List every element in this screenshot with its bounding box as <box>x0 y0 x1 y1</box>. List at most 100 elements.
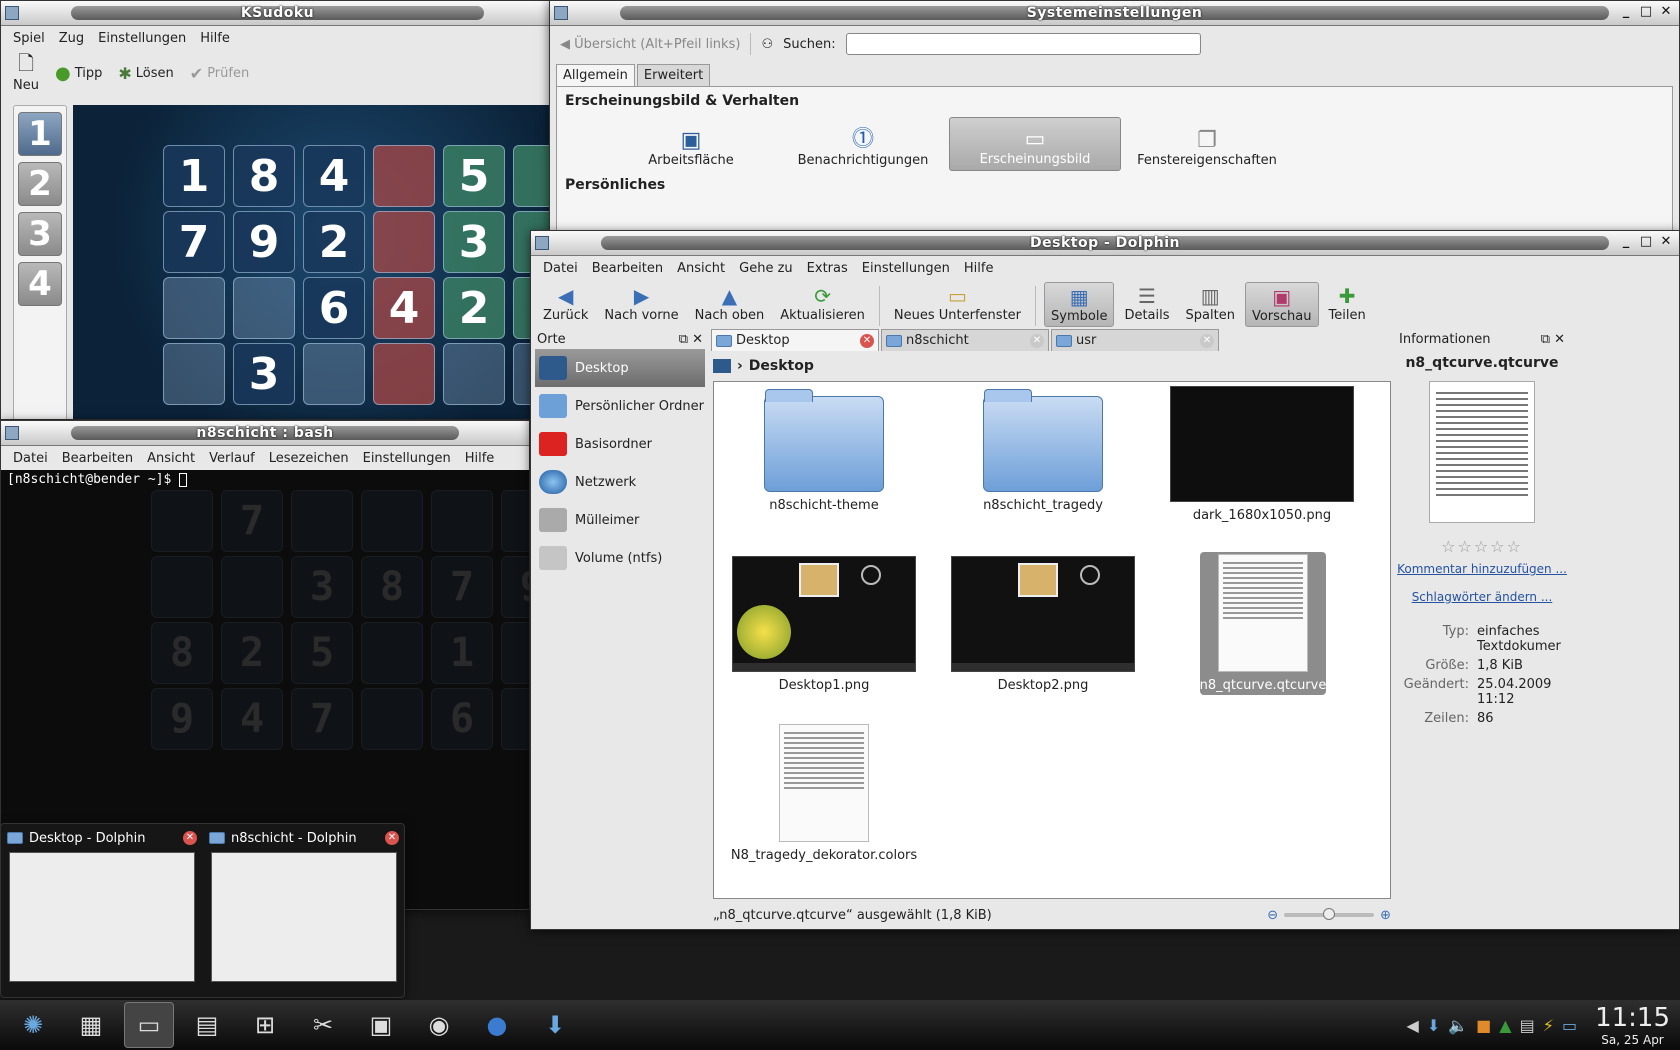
sudoku-cell[interactable]: 2 <box>443 277 505 339</box>
package-task-icon[interactable]: ▣ <box>356 1002 406 1048</box>
clipboard-icon[interactable]: ▤ <box>1520 1016 1535 1035</box>
dolphin-task-icon[interactable]: ▭ <box>124 1002 174 1048</box>
zoom-slider-handle[interactable] <box>1323 908 1336 920</box>
forward-button[interactable]: ▶ Nach vorne <box>598 282 684 325</box>
sudoku-cell[interactable] <box>373 211 435 273</box>
settings-app-icon[interactable] <box>554 6 568 20</box>
panel-close-icon[interactable]: ⧉ ✕ <box>679 332 703 347</box>
sudoku-cell[interactable]: 8 <box>233 145 295 207</box>
browser-task-icon[interactable]: ● <box>472 1002 522 1048</box>
menu-datei[interactable]: Datei <box>537 259 584 278</box>
dolphin-titlebar[interactable]: Desktop - Dolphin _ □ ✕ <box>531 231 1679 256</box>
menu-spiel[interactable]: Spiel <box>7 29 51 48</box>
sudoku-cell[interactable]: 4 <box>303 145 365 207</box>
sudoku-cell[interactable]: 3 <box>233 343 295 405</box>
menu-verlauf[interactable]: Verlauf <box>203 449 261 468</box>
change-tags-link[interactable]: Schlagwörter ändern ... <box>1397 590 1567 604</box>
menu-hilfe[interactable]: Hilfe <box>459 449 501 468</box>
show-desktop-icon[interactable]: ▭ <box>1562 1016 1577 1035</box>
check-button[interactable]: ✔ Prüfen <box>184 62 255 85</box>
settings-item-erscheinungsbild[interactable]: ▭ Erscheinungsbild <box>949 117 1121 171</box>
menu-einstellungen[interactable]: Einstellungen <box>357 449 457 468</box>
sudoku-cell[interactable]: 2 <box>303 211 365 273</box>
menu-ansicht[interactable]: Ansicht <box>671 259 731 278</box>
kontact-task-icon[interactable]: ◉ <box>414 1002 464 1048</box>
zoom-out-icon[interactable]: ⊖ <box>1267 908 1278 923</box>
sudoku-cell[interactable]: 7 <box>163 211 225 273</box>
zoom-slider[interactable] <box>1284 908 1375 920</box>
menu-zug[interactable]: Zug <box>53 29 90 48</box>
update-icon[interactable]: ▲ <box>1499 1016 1511 1035</box>
maximize-button[interactable]: □ <box>1639 234 1653 249</box>
sudoku-cell[interactable] <box>303 343 365 405</box>
number-4[interactable]: 4 <box>18 262 62 306</box>
sudoku-cell[interactable]: 1 <box>163 145 225 207</box>
menu-einstellungen[interactable]: Einstellungen <box>856 259 956 278</box>
tray-arrow-icon[interactable]: ◀ <box>1407 1016 1419 1035</box>
place-trash[interactable]: Mülleimer <box>535 501 705 539</box>
task-preview-item[interactable]: n8schicht - Dolphin ✕ <box>205 828 403 994</box>
overview-back-button[interactable]: ◀ Übersicht (Alt+Pfeil links) <box>560 37 740 52</box>
menu-hilfe[interactable]: Hilfe <box>958 259 1000 278</box>
details-view-button[interactable]: ☰ Details <box>1118 282 1175 325</box>
sudoku-cell[interactable]: 3 <box>443 211 505 273</box>
place-desktop[interactable]: Desktop <box>535 349 705 387</box>
hint-button[interactable]: ● Tipp <box>49 61 108 86</box>
maximize-button[interactable]: □ <box>1639 4 1653 19</box>
download-task-icon[interactable]: ⬇ <box>530 1002 580 1048</box>
sudoku-cell[interactable] <box>373 343 435 405</box>
tab-allgemein[interactable]: Allgemein <box>556 64 635 86</box>
menu-bearbeiten[interactable]: Bearbeiten <box>586 259 669 278</box>
sudoku-cell[interactable] <box>163 277 225 339</box>
battery-icon[interactable]: ⚡ <box>1543 1016 1554 1035</box>
new-game-button[interactable]: 🗋 Neu <box>7 51 45 95</box>
ksudoku-app-icon[interactable] <box>5 6 19 20</box>
minimize-button[interactable]: _ <box>1619 4 1633 19</box>
close-icon[interactable]: ✕ <box>385 831 399 845</box>
columns-view-button[interactable]: ▥ Spalten <box>1180 282 1241 325</box>
settings-task-icon[interactable]: ✂ <box>298 1002 348 1048</box>
panel-close-icon[interactable]: ⧉ ✕ <box>1541 332 1565 347</box>
close-button[interactable]: ✕ <box>1659 234 1673 249</box>
sudoku-cell[interactable]: 9 <box>233 211 295 273</box>
ksudoku-task-icon[interactable]: ⊞ <box>240 1002 290 1048</box>
menu-ansicht[interactable]: Ansicht <box>141 449 201 468</box>
volume-icon[interactable]: 🔈 <box>1448 1016 1468 1035</box>
dolphin-app-icon[interactable] <box>535 236 549 250</box>
settings-item-fenstereigenschaften[interactable]: ❐ Fenstereigenschaften <box>1121 117 1293 171</box>
number-3[interactable]: 3 <box>18 212 62 256</box>
menu-einstellungen[interactable]: Einstellungen <box>92 29 192 48</box>
ksudoku-titlebar[interactable]: KSudoku <box>1 1 554 26</box>
kickoff-menu-icon[interactable]: ✺ <box>8 1002 58 1048</box>
sudoku-cell-selected[interactable] <box>373 145 435 207</box>
zoom-in-icon[interactable]: ⊕ <box>1380 908 1391 923</box>
menu-extras[interactable]: Extras <box>801 259 854 278</box>
place-home[interactable]: Persönlicher Ordner <box>535 387 705 425</box>
menu-bearbeiten[interactable]: Bearbeiten <box>56 449 139 468</box>
menu-hilfe[interactable]: Hilfe <box>194 29 236 48</box>
sudoku-cell[interactable]: 4 <box>373 277 435 339</box>
download-icon[interactable]: ⬇ <box>1427 1016 1440 1035</box>
terminal-app-icon[interactable] <box>5 426 19 440</box>
file-item[interactable]: Desktop1.png <box>724 556 924 693</box>
number-1[interactable]: 1 <box>18 112 62 156</box>
close-tab-icon[interactable]: ✕ <box>860 333 874 348</box>
close-tab-icon[interactable]: ✕ <box>1200 333 1214 348</box>
tab-usr[interactable]: usr ✕ <box>1051 329 1219 351</box>
solve-button[interactable]: ✱ Lösen <box>112 62 179 85</box>
search-input[interactable] <box>845 33 1201 55</box>
close-icon[interactable]: ✕ <box>183 831 197 845</box>
sudoku-cell[interactable] <box>233 277 295 339</box>
settings-item-arbeitsflaeche[interactable]: ▣ Arbeitsfläche <box>605 117 777 171</box>
pager-icon[interactable]: ▦ <box>66 1002 116 1048</box>
terminal-task-icon[interactable]: ▤ <box>182 1002 232 1048</box>
terminal-titlebar[interactable]: n8schicht : bash <box>1 421 529 446</box>
system-settings-titlebar[interactable]: Systemeinstellungen _ □ ✕ <box>550 1 1679 26</box>
icons-view-button[interactable]: ▦ Symbole <box>1044 282 1115 327</box>
file-view[interactable]: n8schicht-theme n8schicht_tragedy dark_1… <box>713 381 1391 899</box>
sudoku-cell[interactable]: 6 <box>303 277 365 339</box>
up-button[interactable]: ▲ Nach oben <box>689 282 771 325</box>
reload-button[interactable]: ⟳ Aktualisieren <box>774 282 871 325</box>
place-network[interactable]: Netzwerk <box>535 463 705 501</box>
minimize-button[interactable]: _ <box>1619 234 1633 249</box>
